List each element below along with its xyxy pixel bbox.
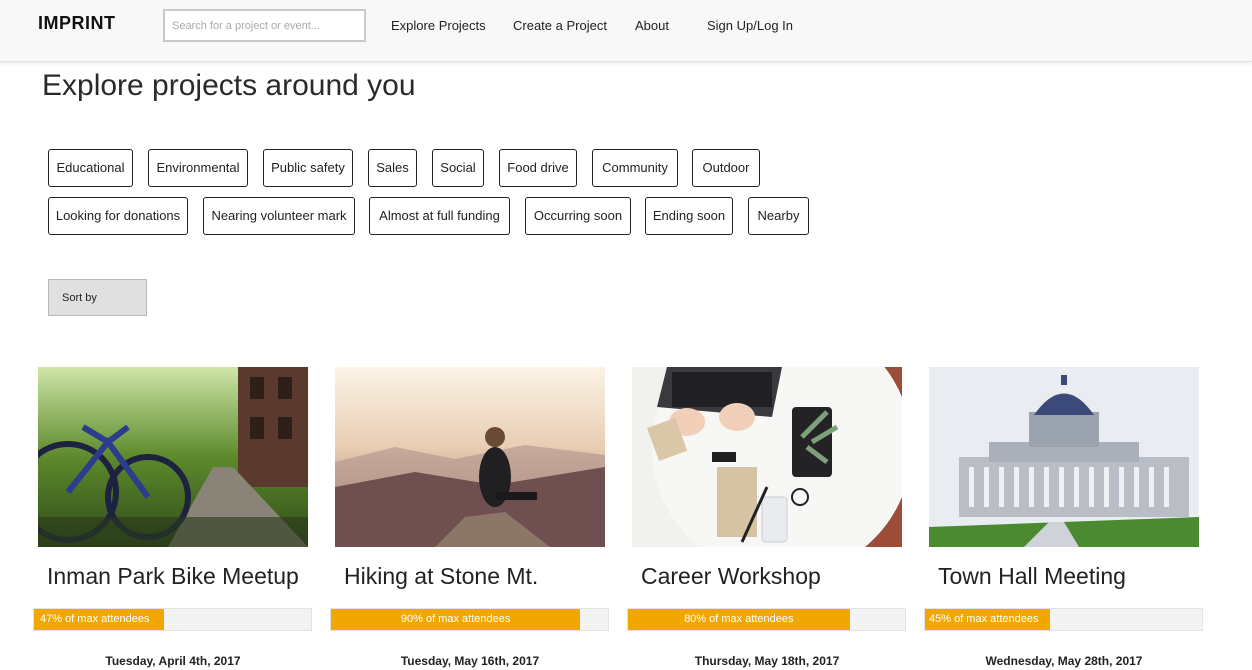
- filter-occurring-soon[interactable]: Occurring soon: [525, 197, 631, 235]
- filter-looking-for-donations[interactable]: Looking for donations: [48, 197, 188, 235]
- attendance-progress-fill: 47% of max attendees: [34, 609, 165, 630]
- filter-environmental[interactable]: Environmental: [148, 149, 248, 187]
- attendance-progress-bar: 80% of max attendees: [627, 608, 906, 631]
- project-card[interactable]: Hiking at Stone Mt. 90% of max attendees…: [330, 367, 613, 670]
- sort-by-button[interactable]: Sort by: [48, 279, 147, 316]
- nav-explore-projects[interactable]: Explore Projects: [391, 18, 486, 33]
- filter-educational[interactable]: Educational: [48, 149, 133, 187]
- top-navbar: IMPRINT Explore Projects Create a Projec…: [0, 0, 1252, 62]
- project-title[interactable]: Hiking at Stone Mt.: [344, 563, 538, 590]
- capitol-building-photo[interactable]: [929, 367, 1199, 547]
- attendance-progress-fill: 45% of max attendees: [925, 609, 1050, 630]
- filter-nearing-volunteer-mark[interactable]: Nearing volunteer mark: [203, 197, 355, 235]
- nav-create-project[interactable]: Create a Project: [513, 18, 607, 33]
- project-date: Tuesday, April 4th, 2017: [105, 654, 241, 668]
- filter-public-safety[interactable]: Public safety: [263, 149, 353, 187]
- project-title[interactable]: Career Workshop: [641, 563, 821, 590]
- project-card[interactable]: Career Workshop 80% of max attendees Thu…: [627, 367, 910, 670]
- laptop-desk-photo[interactable]: [632, 367, 902, 547]
- attendance-progress-fill: 90% of max attendees: [331, 609, 581, 630]
- attendance-progress-fill: 80% of max attendees: [628, 609, 850, 630]
- hiker-on-mountain-photo[interactable]: [335, 367, 605, 547]
- project-date: Wednesday, May 28th, 2017: [985, 654, 1143, 668]
- search-input[interactable]: [163, 9, 366, 42]
- filter-community[interactable]: Community: [592, 149, 678, 187]
- brand-logo[interactable]: IMPRINT: [38, 13, 116, 34]
- project-title[interactable]: Town Hall Meeting: [938, 563, 1126, 590]
- bicycles-on-path-photo[interactable]: [38, 367, 308, 547]
- filter-sales[interactable]: Sales: [368, 149, 417, 187]
- filter-outdoor[interactable]: Outdoor: [692, 149, 760, 187]
- filter-ending-soon[interactable]: Ending soon: [645, 197, 733, 235]
- project-title[interactable]: Inman Park Bike Meetup: [47, 563, 299, 590]
- project-card[interactable]: Town Hall Meeting 45% of max attendees W…: [924, 367, 1207, 670]
- project-date: Thursday, May 18th, 2017: [694, 654, 840, 668]
- project-date: Tuesday, May 16th, 2017: [400, 654, 540, 668]
- attendance-progress-bar: 90% of max attendees: [330, 608, 609, 631]
- project-card[interactable]: Inman Park Bike Meetup 47% of max attend…: [33, 367, 316, 670]
- attendance-progress-bar: 45% of max attendees: [924, 608, 1203, 631]
- page-title: Explore projects around you: [42, 69, 416, 102]
- nav-signup-login[interactable]: Sign Up/Log In: [707, 18, 793, 33]
- filter-nearby[interactable]: Nearby: [748, 197, 809, 235]
- filter-social[interactable]: Social: [432, 149, 484, 187]
- nav-about[interactable]: About: [635, 18, 669, 33]
- attendance-progress-bar: 47% of max attendees: [33, 608, 312, 631]
- filter-food-drive[interactable]: Food drive: [499, 149, 577, 187]
- filter-almost-full-funding[interactable]: Almost at full funding: [369, 197, 510, 235]
